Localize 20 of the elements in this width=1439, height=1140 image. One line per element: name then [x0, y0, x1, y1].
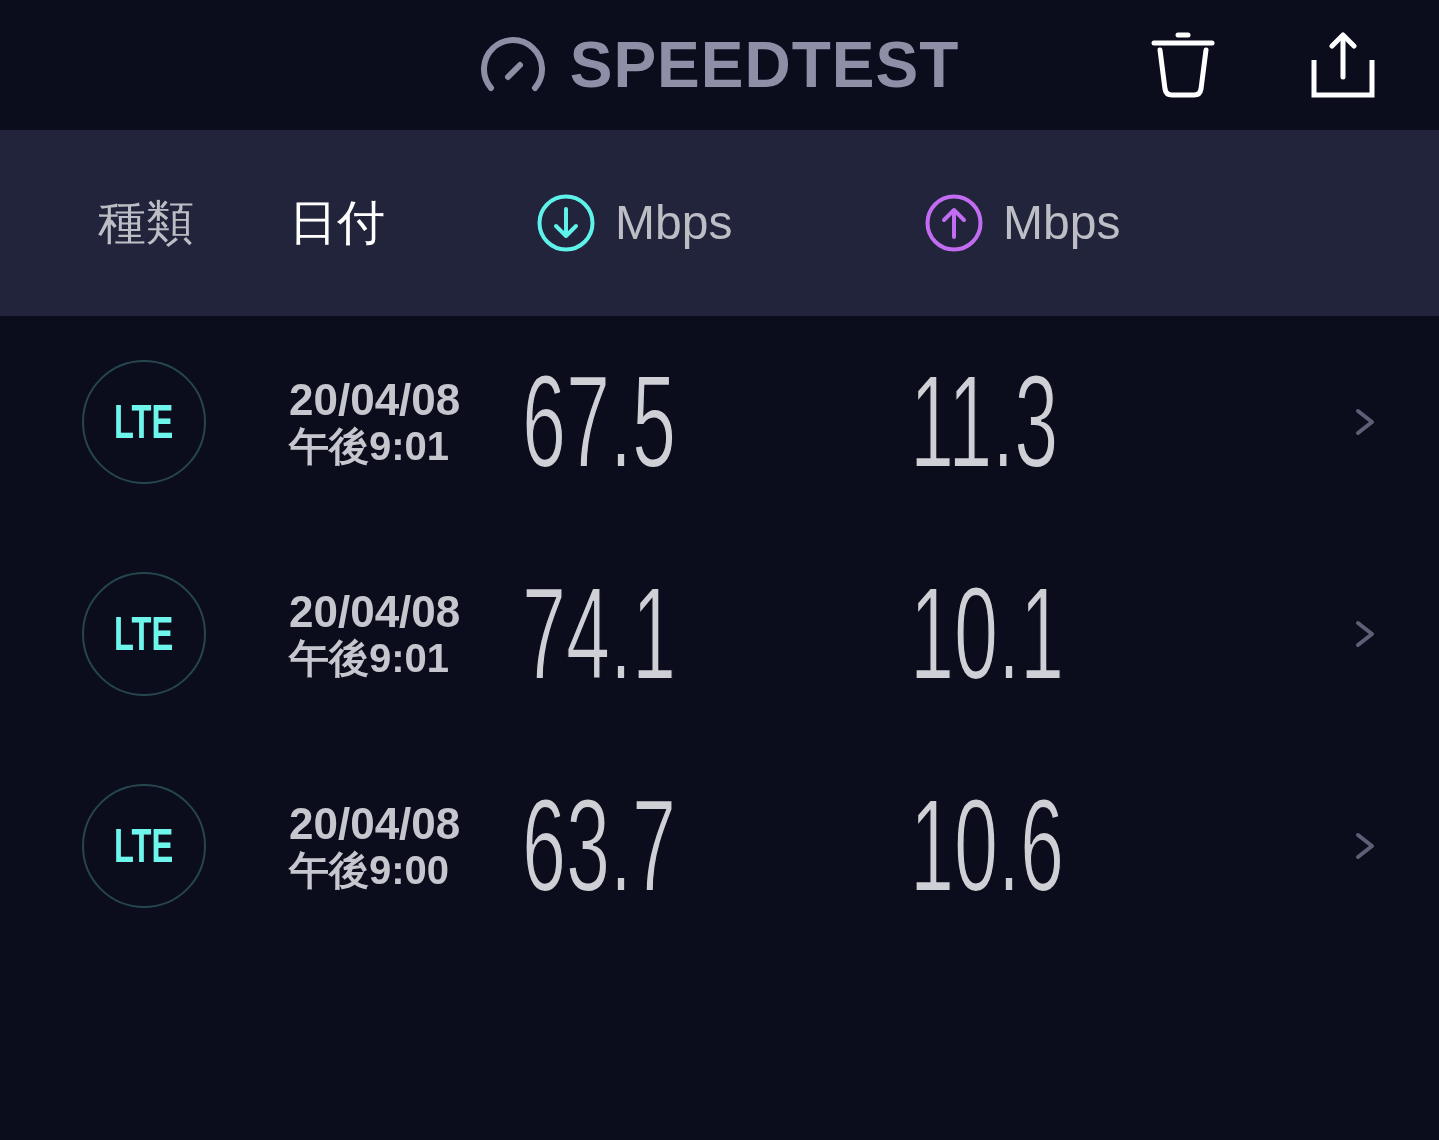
- column-header[interactable]: Mbps: [615, 199, 733, 247]
- share-icon[interactable]: [1311, 32, 1375, 98]
- test-time: 午後9:01: [289, 636, 450, 681]
- gauge-icon: [479, 36, 546, 94]
- column-header[interactable]: Mbps: [1003, 199, 1121, 247]
- app-title: SPEEDTEST: [569, 33, 960, 97]
- test-date: 20/04/08: [289, 799, 461, 849]
- connection-type-badge: LTE: [82, 360, 206, 484]
- chevron-right-icon[interactable]: [1355, 408, 1375, 436]
- test-time: 午後9:00: [289, 848, 450, 893]
- trash-icon[interactable]: [1151, 32, 1215, 98]
- chevron-right-icon[interactable]: [1355, 620, 1375, 648]
- chevron-right-icon[interactable]: [1355, 832, 1375, 860]
- column-header[interactable]: 日付: [289, 199, 385, 247]
- test-date: 20/04/08: [289, 375, 461, 425]
- column-header[interactable]: 種類: [98, 199, 194, 247]
- connection-type-badge: LTE: [82, 784, 206, 908]
- connection-type-badge: LTE: [82, 572, 206, 696]
- test-date: 20/04/08: [289, 587, 461, 637]
- test-time: 午後9:01: [289, 424, 450, 469]
